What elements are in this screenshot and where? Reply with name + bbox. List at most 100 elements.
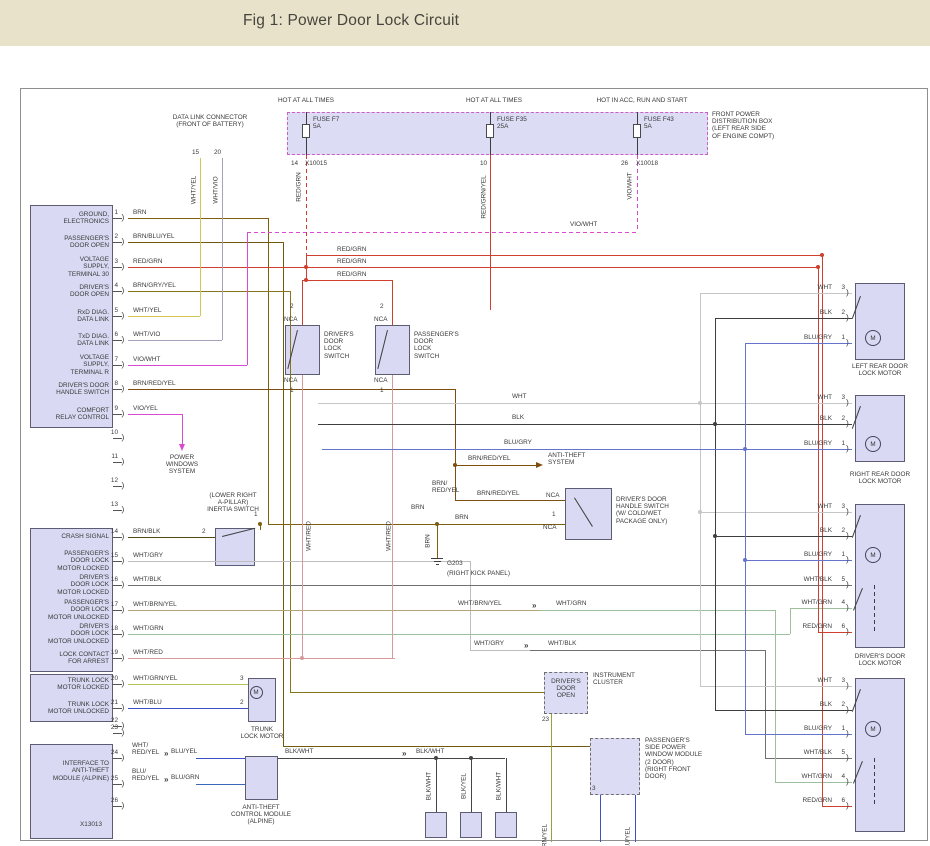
fuse-element-2	[486, 124, 494, 138]
connector-bracket-icon: )	[846, 753, 849, 761]
wire-label: WHT	[770, 503, 832, 510]
pin-number: 1	[290, 387, 294, 394]
wire-gy	[551, 714, 552, 842]
left-connector-row-label: DRIVER'S DOOR OPEN	[33, 284, 109, 298]
left-connector-row-label: RxD DIAG. DATA LINK	[33, 309, 109, 323]
wire-blk	[431, 558, 443, 559]
wire-wht	[700, 512, 852, 513]
wire-label: NCA	[374, 377, 388, 384]
wire-wblu	[128, 708, 248, 709]
feed-label-2: HOT AT ALL TIMES	[466, 97, 522, 104]
wire-brn	[437, 524, 438, 558]
wire-blk	[434, 561, 441, 562]
pin-number: 2	[380, 303, 384, 310]
wire-label: WHT/GRY	[474, 640, 504, 647]
fuse-f35-label: FUSE F35 25A	[497, 116, 527, 130]
wire-by	[196, 758, 245, 759]
connector-bracket-icon: )	[846, 801, 849, 809]
wire-wg	[790, 608, 852, 609]
drivers-door-lock-switch-label: DRIVER'S DOOR LOCK SWITCH	[324, 331, 354, 360]
anti-theft-system-label: ANTI-THEFT SYSTEM	[548, 452, 585, 466]
pin-number: 6	[836, 797, 845, 804]
instrument-cluster-label: INSTRUMENT CLUSTER	[593, 672, 635, 686]
wire-label: RED/GRN	[133, 258, 162, 265]
wire-blk	[490, 138, 491, 155]
wire-bgy	[290, 692, 544, 693]
wire-label: WHT	[512, 393, 527, 400]
wire-bw	[471, 758, 472, 812]
wire-label: VIO/WHT	[626, 172, 633, 199]
wire-bw	[436, 758, 437, 812]
motor-name-label: DRIVER'S DOOR LOCK MOTOR	[855, 653, 906, 667]
wire-label: BLK	[770, 527, 832, 534]
wire-label: NCA	[546, 492, 560, 499]
pin-number: 13	[102, 501, 118, 508]
wire-blk	[318, 424, 852, 425]
connector-bracket-icon: )	[122, 580, 125, 588]
passenger-window-module-label: PASSENGER'S SIDE POWER WINDOW MODULE (2 …	[645, 737, 702, 780]
junction-dot	[816, 265, 820, 269]
junction-dot	[713, 534, 717, 538]
junction-dot	[304, 265, 308, 269]
wire-bgy	[128, 291, 290, 292]
pin-number: 25	[102, 775, 118, 782]
pin-number: 11	[102, 453, 118, 460]
inline-connector: »	[164, 750, 168, 757]
connector-bracket-icon: )	[122, 532, 125, 540]
pin-number: 2	[836, 415, 845, 422]
passengers-door-lock-switch-label: PASSENGER'S DOOR LOCK SWITCH	[414, 331, 459, 360]
motor-icon: M	[865, 721, 881, 737]
connector-bracket-icon: )	[846, 288, 849, 296]
pin-number: 24	[102, 749, 118, 756]
connector-bracket-icon: )	[122, 679, 125, 687]
wire-wg	[790, 608, 791, 634]
fuse-element-3	[633, 124, 641, 138]
wire-wht	[318, 403, 852, 404]
junction-dot	[698, 401, 702, 405]
wire-label: BRN	[424, 534, 431, 548]
pin-number: 3	[836, 394, 845, 401]
junction-dot	[258, 522, 262, 526]
pin-number: 10	[480, 160, 487, 167]
connector-bracket-icon: )	[122, 556, 125, 564]
connector-bracket-icon: )	[122, 286, 125, 294]
wire-bgr	[745, 560, 852, 561]
wire-label: RED/GRN	[337, 271, 366, 278]
wire-bry	[455, 465, 538, 466]
pin-number: 2	[836, 309, 845, 316]
connector-bracket-icon: )	[122, 779, 125, 787]
wire-label: BLU/GRY	[770, 440, 832, 447]
wire-wby	[128, 610, 540, 611]
wire-vy	[182, 414, 183, 446]
wire-label: BRN/RED/YEL	[468, 455, 511, 462]
motor-name-label: LEFT REAR DOOR LOCK MOTOR	[852, 363, 908, 377]
wire-label: BRN/ RED/YEL	[432, 480, 459, 494]
left-connector-row-label: DRIVER'S DOOR LOCK MOTOR UNLOCKED	[33, 623, 109, 645]
wire-rg	[392, 280, 393, 325]
wire-label: WHT	[770, 677, 832, 684]
junction-dot	[698, 510, 702, 514]
pin-number: 1	[552, 511, 556, 518]
wire-label: WHT/RED	[305, 521, 312, 551]
connector-bracket-icon: )	[122, 728, 125, 736]
feed-label-1: HOT AT ALL TIMES	[278, 97, 334, 104]
left-connector-row-label: DRIVER'S DOOR LOCK MOTOR LOCKED	[33, 574, 109, 596]
connector-bracket-icon: )	[846, 627, 849, 635]
connector-bracket-icon: )	[122, 753, 125, 761]
pin-number: 20	[214, 149, 221, 156]
connector-box-2	[460, 812, 482, 838]
wire-label: BLK/WHT	[285, 748, 313, 755]
connector-bracket-icon: )	[122, 384, 125, 392]
junction-dot	[300, 656, 304, 660]
anti-theft-control-module-box	[245, 756, 278, 800]
junction-dot	[743, 558, 747, 562]
pin-number: 23	[102, 724, 118, 731]
wire-label: RED/GRN	[770, 623, 832, 630]
wire-wht	[700, 686, 852, 687]
connector-bracket-icon: )	[846, 555, 849, 563]
wire-label: BRN	[411, 504, 425, 511]
left-connector-row-label: PASSENGER'S DOOR OPEN	[33, 235, 109, 249]
wire-label: BLK	[770, 701, 832, 708]
wire-wb	[530, 650, 765, 651]
wiring-diagram: MMMMMHOT AT ALL TIMESHOT AT ALL TIMESHOT…	[0, 0, 930, 846]
